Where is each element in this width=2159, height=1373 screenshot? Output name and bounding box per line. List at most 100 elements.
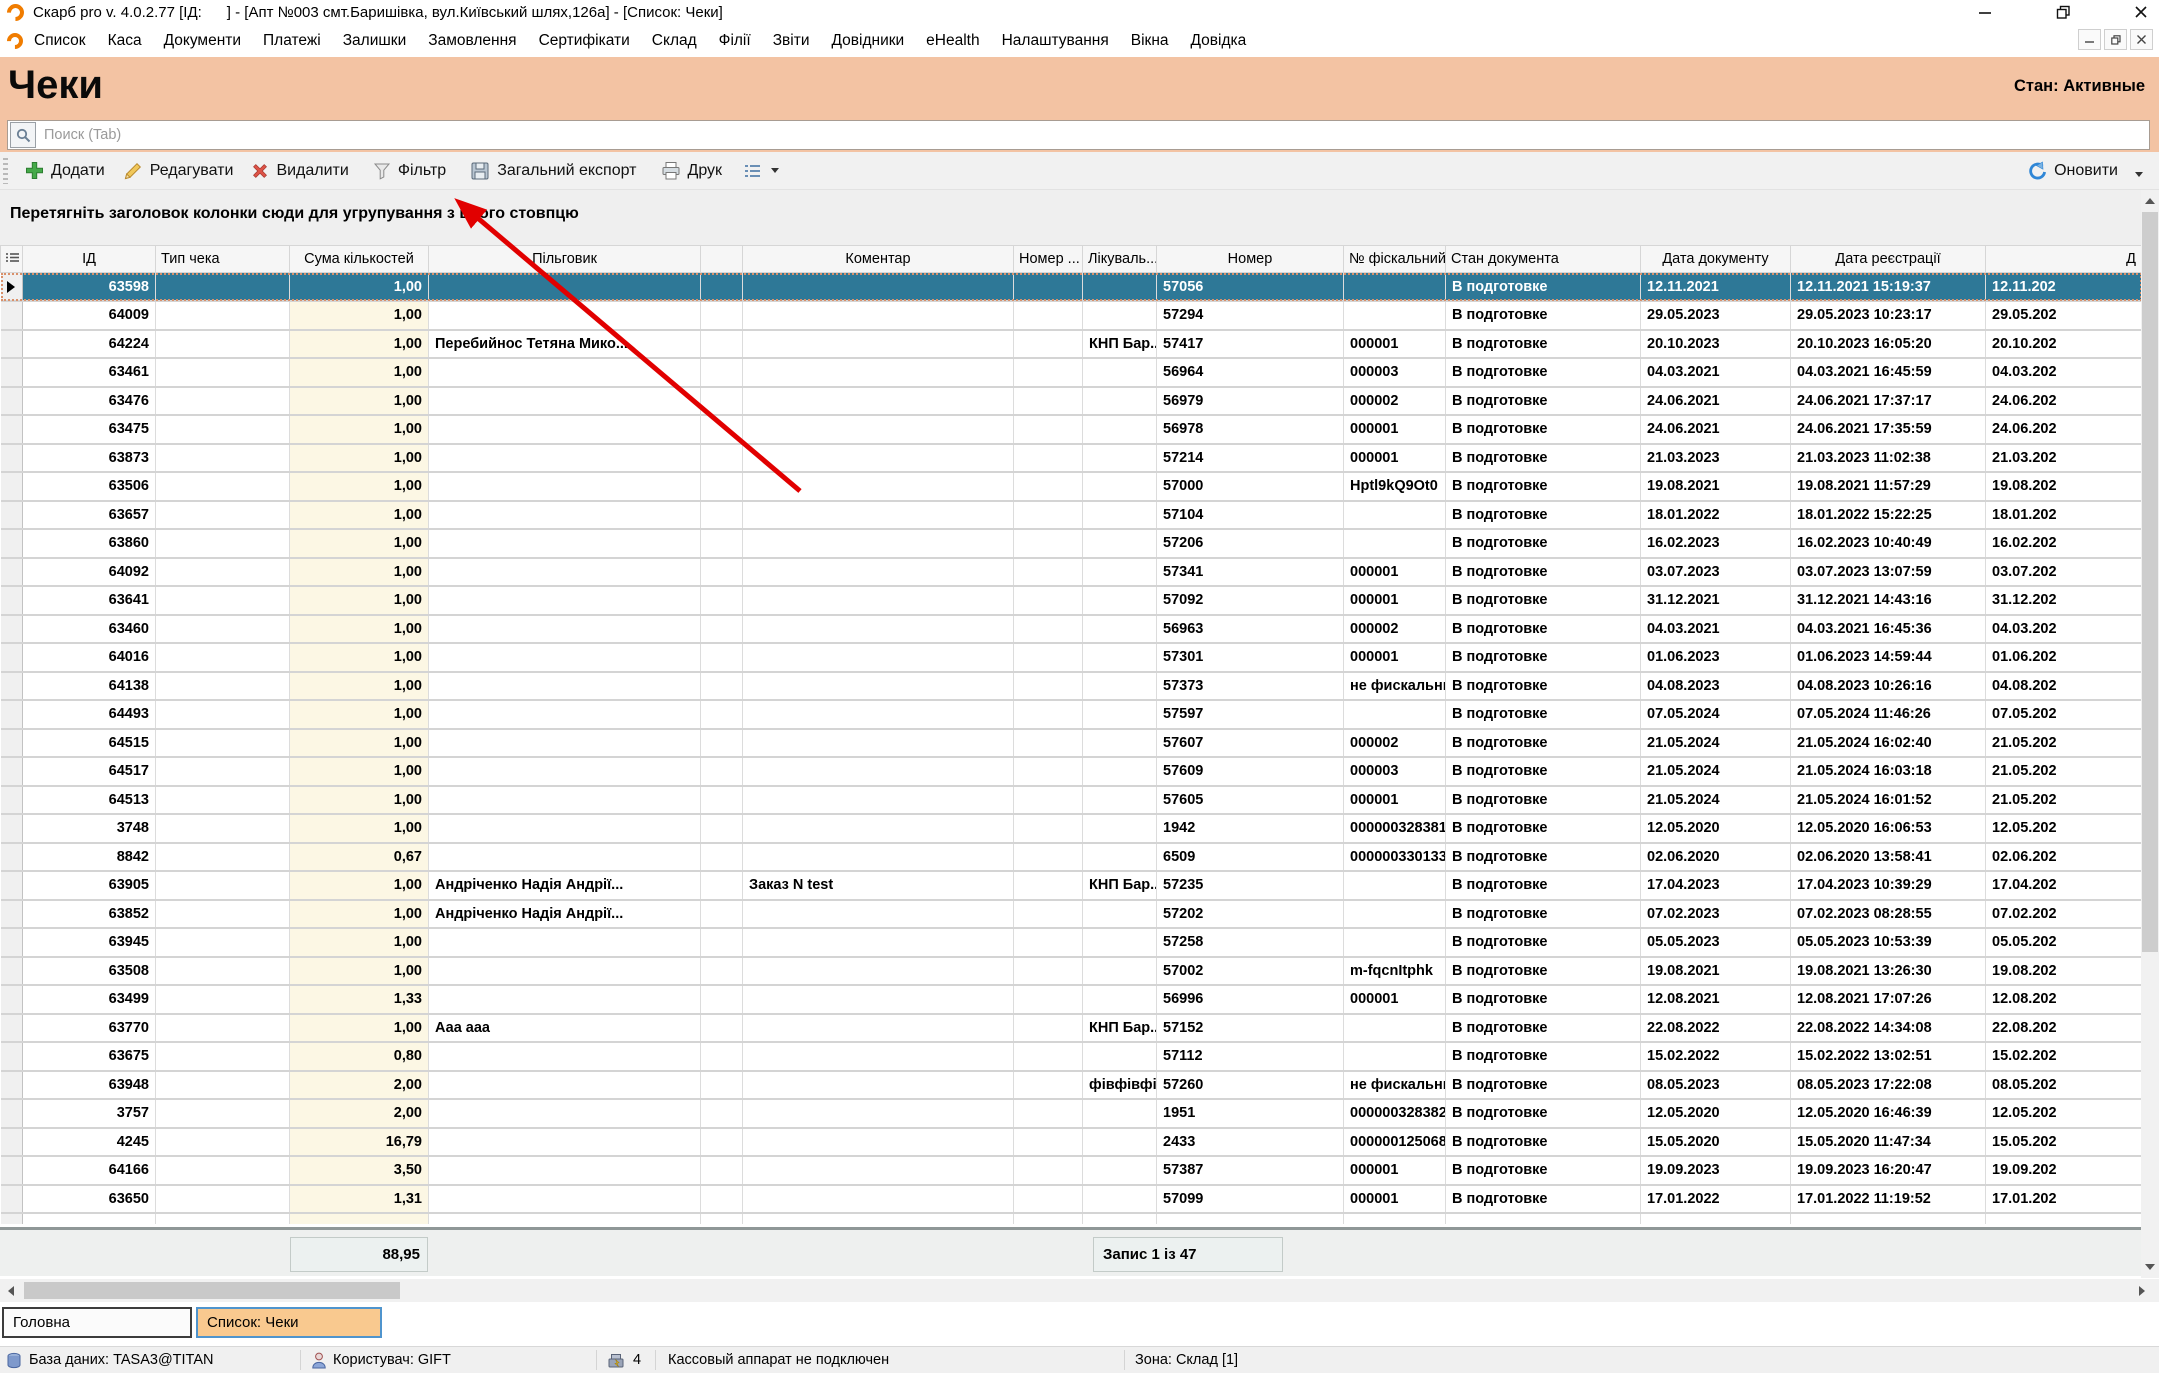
cell[interactable] [156, 615, 290, 644]
cell[interactable] [156, 586, 290, 615]
cell[interactable]: 57214 [1157, 444, 1344, 473]
cell[interactable] [1083, 501, 1157, 530]
cell[interactable] [701, 501, 743, 530]
cell[interactable]: 19.08.2021 11:57:29 [1791, 472, 1986, 501]
cell[interactable]: 21.05.2024 16:01:52 [1791, 786, 1986, 815]
cell[interactable]: 64138 [23, 672, 156, 701]
row-indicator[interactable] [1, 729, 23, 758]
cell[interactable] [1083, 586, 1157, 615]
cell[interactable]: 64224 [23, 330, 156, 359]
cell[interactable] [156, 1099, 290, 1128]
cell[interactable] [1157, 1213, 1344, 1224]
cell[interactable] [429, 1099, 701, 1128]
table-row[interactable]: 635081,0057002m-fqcnItphkВ подготовке19.… [1, 957, 2142, 986]
cell[interactable] [1014, 615, 1083, 644]
cell[interactable] [1083, 757, 1157, 786]
cell[interactable] [1014, 871, 1083, 900]
cell[interactable]: 12.05.2020 16:06:53 [1791, 814, 1986, 843]
cell[interactable]: 57099 [1157, 1185, 1344, 1214]
export-button[interactable]: Загальний експорт [461, 157, 645, 185]
cell[interactable] [1083, 558, 1157, 587]
cell[interactable]: 57609 [1157, 757, 1344, 786]
row-indicator[interactable] [1, 586, 23, 615]
cell[interactable]: 24.06.202 [1986, 415, 2142, 444]
cell[interactable]: 22.08.202 [1986, 1014, 2142, 1043]
table-row[interactable]: 634611,0056964000003В подготовке04.03.20… [1, 358, 2142, 387]
table-row[interactable]: 635981,0057056В подготовке12.11.202112.1… [1, 273, 2142, 302]
table-row[interactable]: 636501,3157099000001В подготовке17.01.20… [1, 1185, 2142, 1214]
cell[interactable]: В подготовке [1446, 1099, 1641, 1128]
cell[interactable] [743, 358, 1014, 387]
cell[interactable] [1014, 1156, 1083, 1185]
search-button[interactable] [10, 122, 36, 148]
cell[interactable] [743, 387, 1014, 416]
cell[interactable]: 63499 [23, 985, 156, 1014]
cell[interactable] [1791, 1213, 1986, 1224]
cell[interactable]: 18.01.202 [1986, 501, 2142, 530]
cell[interactable]: 57301 [1157, 643, 1344, 672]
cell[interactable] [701, 1213, 743, 1224]
cell[interactable] [1344, 900, 1446, 929]
cell[interactable]: 64513 [23, 786, 156, 815]
cell[interactable]: В подготовке [1446, 529, 1641, 558]
cell[interactable] [1083, 1185, 1157, 1214]
cell[interactable] [1083, 1099, 1157, 1128]
table-row[interactable]: 640161,0057301000001В подготовке01.06.20… [1, 643, 2142, 672]
refresh-dropdown-caret-icon[interactable] [2135, 172, 2143, 177]
table-row[interactable]: 636750,8057112В подготовке15.02.202215.0… [1, 1042, 2142, 1071]
column-header[interactable]: Дата реєстрації [1791, 246, 1986, 273]
cell[interactable]: 07.02.2023 08:28:55 [1791, 900, 1986, 929]
vertical-scrollbar-thumb[interactable] [2142, 212, 2158, 952]
cell[interactable] [743, 615, 1014, 644]
cell[interactable]: 57202 [1157, 900, 1344, 929]
cell[interactable] [701, 358, 743, 387]
cell[interactable] [429, 472, 701, 501]
cell[interactable]: 24.06.2021 17:37:17 [1791, 387, 1986, 416]
cell[interactable]: 000003 [1344, 757, 1446, 786]
cell[interactable]: 04.03.2021 16:45:36 [1791, 615, 1986, 644]
cell[interactable]: 1,00 [290, 672, 429, 701]
cell[interactable] [1014, 729, 1083, 758]
cell[interactable]: 1,00 [290, 301, 429, 330]
cell[interactable] [1083, 900, 1157, 929]
cell[interactable]: В подготовке [1446, 273, 1641, 302]
row-indicator[interactable] [1, 1099, 23, 1128]
cell[interactable] [156, 358, 290, 387]
cell[interactable]: 57206 [1157, 529, 1344, 558]
cell[interactable] [1014, 643, 1083, 672]
cell[interactable]: 08.05.2023 [1641, 1071, 1791, 1100]
cell[interactable] [1083, 1042, 1157, 1071]
cell[interactable]: 16.02.2023 [1641, 529, 1791, 558]
table-row[interactable]: 639482,00фівфівфів57260не фискальныйВ по… [1, 1071, 2142, 1100]
menu-item[interactable]: Список [23, 28, 97, 54]
cell[interactable] [429, 843, 701, 872]
cell[interactable]: В подготовке [1446, 472, 1641, 501]
table-row[interactable]: 88420,676509000000330133В подготовке02.0… [1, 843, 2142, 872]
table-row[interactable]: 645171,0057609000003В подготовке21.05.20… [1, 757, 2142, 786]
cell[interactable] [701, 444, 743, 473]
cell[interactable]: В подготовке [1446, 1042, 1641, 1071]
cell[interactable] [1014, 1099, 1083, 1128]
cell[interactable]: 000002 [1344, 387, 1446, 416]
cell[interactable] [701, 985, 743, 1014]
row-indicator[interactable] [1, 330, 23, 359]
menu-item[interactable]: Сертифікати [528, 28, 641, 54]
row-indicator[interactable] [1, 843, 23, 872]
cell[interactable]: В подготовке [1446, 900, 1641, 929]
cell[interactable]: 56996 [1157, 985, 1344, 1014]
cell[interactable]: 15.05.2020 [1641, 1128, 1791, 1157]
cell[interactable]: 17.01.2022 [1641, 1185, 1791, 1214]
tab-home[interactable]: Головна [2, 1307, 192, 1338]
cell[interactable]: 2,00 [290, 1071, 429, 1100]
table-row[interactable]: 640921,0057341000001В подготовке03.07.20… [1, 558, 2142, 587]
cell[interactable]: 0,80 [290, 1042, 429, 1071]
cell[interactable]: 1,00 [290, 501, 429, 530]
cell[interactable]: 03.07.202 [1986, 558, 2142, 587]
cell[interactable]: 08.05.202 [1986, 1071, 2142, 1100]
cell[interactable]: 3748 [23, 814, 156, 843]
cell[interactable] [743, 700, 1014, 729]
cell[interactable]: 20.10.2023 16:05:20 [1791, 330, 1986, 359]
cell[interactable] [429, 1128, 701, 1157]
cell[interactable]: 19.08.202 [1986, 472, 2142, 501]
cell[interactable] [743, 1014, 1014, 1043]
